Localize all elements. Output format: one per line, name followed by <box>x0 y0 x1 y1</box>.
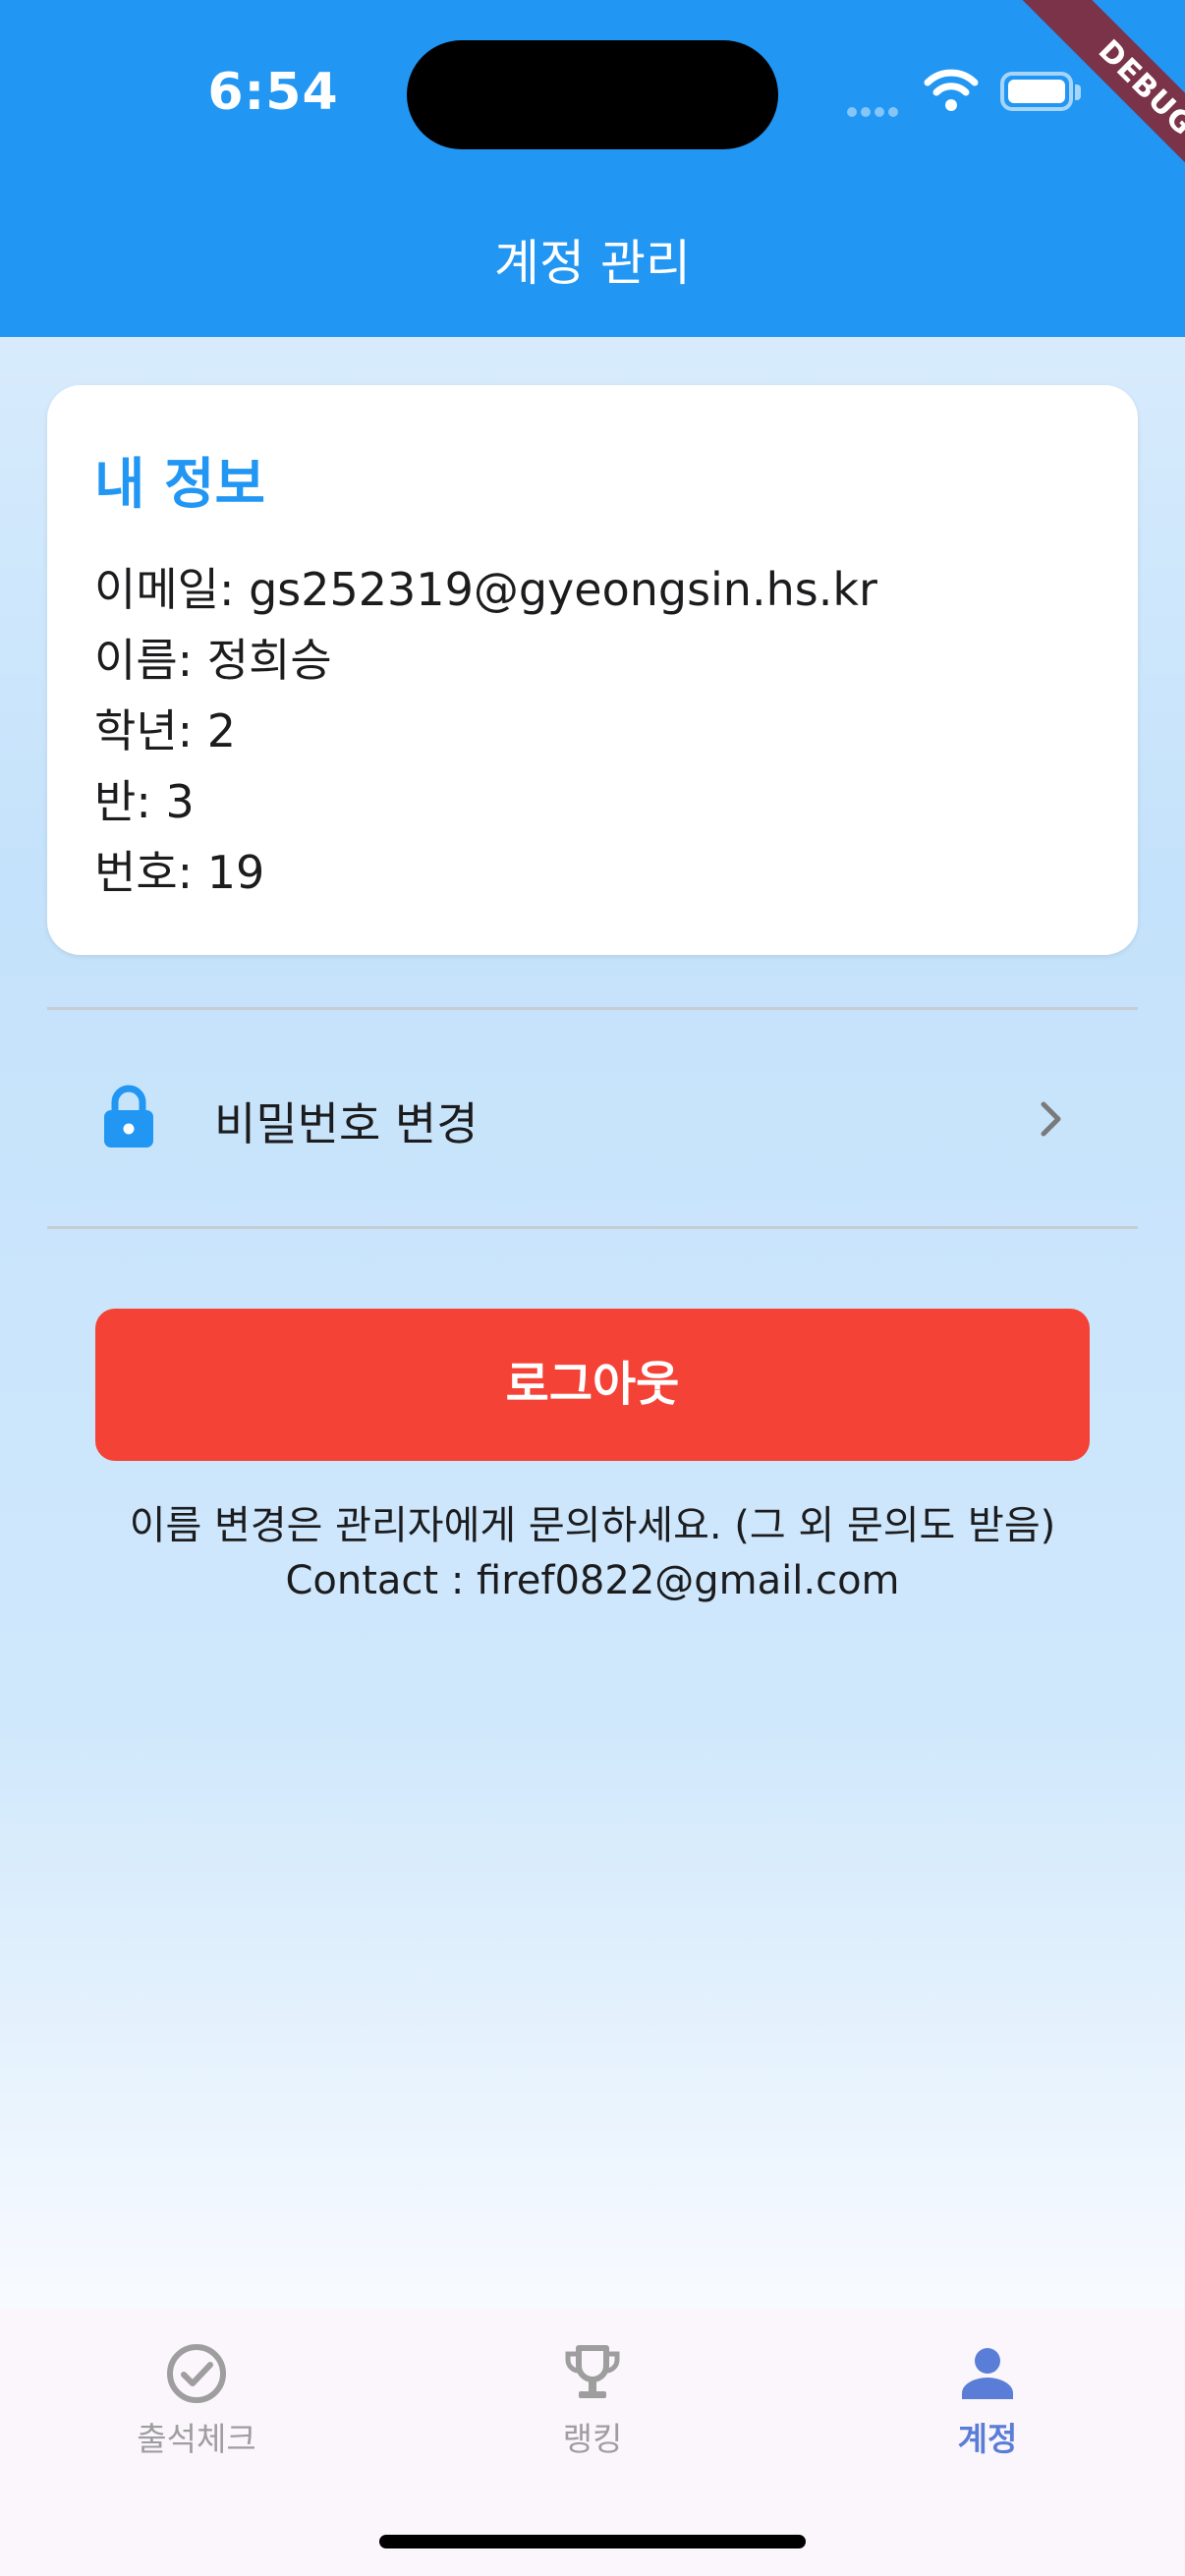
change-password-label: 비밀번호 변경 <box>214 1097 479 1150</box>
dynamic-island <box>407 40 778 149</box>
change-password-row[interactable]: 비밀번호 변경 <box>47 1010 1138 1224</box>
app-bar: 6:54 DEBUG 계정 관리 <box>0 0 1185 337</box>
logout-button[interactable]: 로그아웃 <box>95 1309 1090 1461</box>
status-time: 6:54 <box>207 63 339 122</box>
lock-icon <box>104 1085 153 1148</box>
number-text: 번호: 19 <box>94 846 265 899</box>
page-title: 계정 관리 <box>494 235 691 292</box>
nav-label-account: 계정 <box>957 2420 1018 2458</box>
profile-card: 내 정보 이메일: gs252319@gyeongsin.hs.kr 이름: 정… <box>47 385 1138 955</box>
nav-item-ranking[interactable]: 랭킹 <box>475 2342 710 2480</box>
battery-cap <box>1075 84 1081 100</box>
nav-label-attendance: 출석체크 <box>137 2420 256 2458</box>
cellular-signal-icon <box>847 102 902 121</box>
trophy-icon <box>565 2345 620 2398</box>
divider-bottom <box>47 1226 1138 1229</box>
nav-label-ranking: 랭킹 <box>562 2420 623 2458</box>
card-title: 내 정보 <box>94 453 266 517</box>
nav-item-attendance[interactable]: 출석체크 <box>79 2342 314 2480</box>
grade-text: 학년: 2 <box>94 704 237 757</box>
battery-icon <box>1000 72 1073 111</box>
wifi-icon <box>924 69 979 111</box>
class-text: 반: 3 <box>94 775 195 828</box>
admin-contact-note: 이름 변경은 관리자에게 문의하세요. (그 외 문의도 받음) <box>129 1503 1056 1548</box>
name-text: 이름: 정희승 <box>94 634 332 687</box>
nav-item-account[interactable]: 계정 <box>870 2342 1105 2480</box>
email-text: 이메일: gs252319@gyeongsin.hs.kr <box>94 563 877 616</box>
home-indicator <box>379 2535 806 2548</box>
check-circle-icon <box>167 2344 226 2403</box>
chevron-right-icon <box>1041 1101 1061 1137</box>
contact-email: Contact : firef0822@gmail.com <box>285 1558 900 1603</box>
person-icon <box>962 2348 1013 2399</box>
